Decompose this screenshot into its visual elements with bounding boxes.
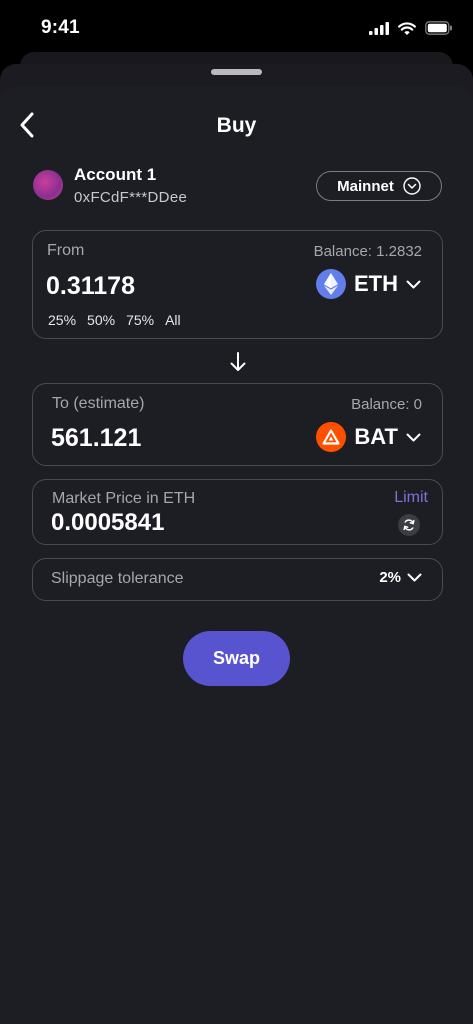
from-amount-input[interactable]: 0.31178 bbox=[46, 272, 135, 301]
account-name: Account 1 bbox=[74, 165, 157, 184]
chevron-down-icon bbox=[406, 280, 421, 288]
from-card: From Balance: 1.2832 0.31178 ETH 25% 50%… bbox=[32, 230, 443, 339]
percent-all-button[interactable]: All bbox=[165, 312, 181, 328]
to-balance: Balance: 0 bbox=[351, 396, 422, 413]
to-label: To (estimate) bbox=[52, 395, 145, 412]
wifi-icon bbox=[398, 21, 416, 35]
limit-link[interactable]: Limit bbox=[394, 489, 428, 507]
market-price-label: Market Price in ETH bbox=[52, 490, 196, 507]
percent-75-button[interactable]: 75% bbox=[126, 312, 154, 328]
slippage-value: 2% bbox=[379, 569, 401, 586]
from-token-symbol: ETH bbox=[354, 271, 398, 296]
page-title: Buy bbox=[216, 114, 257, 137]
from-token-selector[interactable]: ETH bbox=[316, 269, 421, 299]
slippage-label: Slippage tolerance bbox=[51, 570, 184, 587]
sheet-grabber[interactable] bbox=[211, 69, 262, 75]
bat-icon bbox=[316, 422, 347, 452]
chevron-down-icon bbox=[406, 433, 421, 441]
market-price-value: 0.0005841 bbox=[51, 509, 165, 536]
to-token-symbol: BAT bbox=[354, 424, 398, 449]
chevron-down-icon bbox=[407, 573, 422, 582]
account-address: 0xFCdF***DDee bbox=[74, 189, 188, 206]
refresh-icon[interactable] bbox=[398, 514, 420, 536]
status-time: 9:41 bbox=[41, 17, 80, 38]
slippage-selector[interactable]: 2% bbox=[379, 569, 422, 586]
to-token-selector[interactable]: BAT bbox=[316, 422, 421, 452]
swap-button[interactable]: Swap bbox=[183, 631, 290, 686]
arrow-down-icon[interactable] bbox=[228, 351, 248, 373]
percent-selector: 25% 50% 75% All bbox=[48, 312, 181, 328]
network-label: Mainnet bbox=[337, 177, 394, 195]
signal-icon bbox=[369, 21, 389, 35]
from-label: From bbox=[47, 242, 85, 259]
network-selector[interactable]: Mainnet bbox=[316, 171, 442, 201]
battery-icon bbox=[425, 21, 452, 35]
chevron-down-circle-icon bbox=[403, 177, 421, 195]
market-price-card: Market Price in ETH Limit 0.0005841 bbox=[32, 479, 443, 545]
percent-25-button[interactable]: 25% bbox=[48, 312, 76, 328]
ethereum-icon bbox=[316, 269, 346, 299]
to-card: To (estimate) Balance: 0 561.121 BAT bbox=[32, 383, 443, 466]
account-avatar[interactable] bbox=[33, 170, 63, 200]
modal-sheet bbox=[0, 86, 473, 1024]
percent-50-button[interactable]: 50% bbox=[87, 312, 115, 328]
status-icons bbox=[369, 20, 453, 36]
status-bar: 9:41 bbox=[0, 0, 473, 56]
slippage-card[interactable]: Slippage tolerance 2% bbox=[32, 558, 443, 601]
from-balance: Balance: 1.2832 bbox=[313, 243, 422, 260]
to-amount: 561.121 bbox=[51, 424, 142, 452]
